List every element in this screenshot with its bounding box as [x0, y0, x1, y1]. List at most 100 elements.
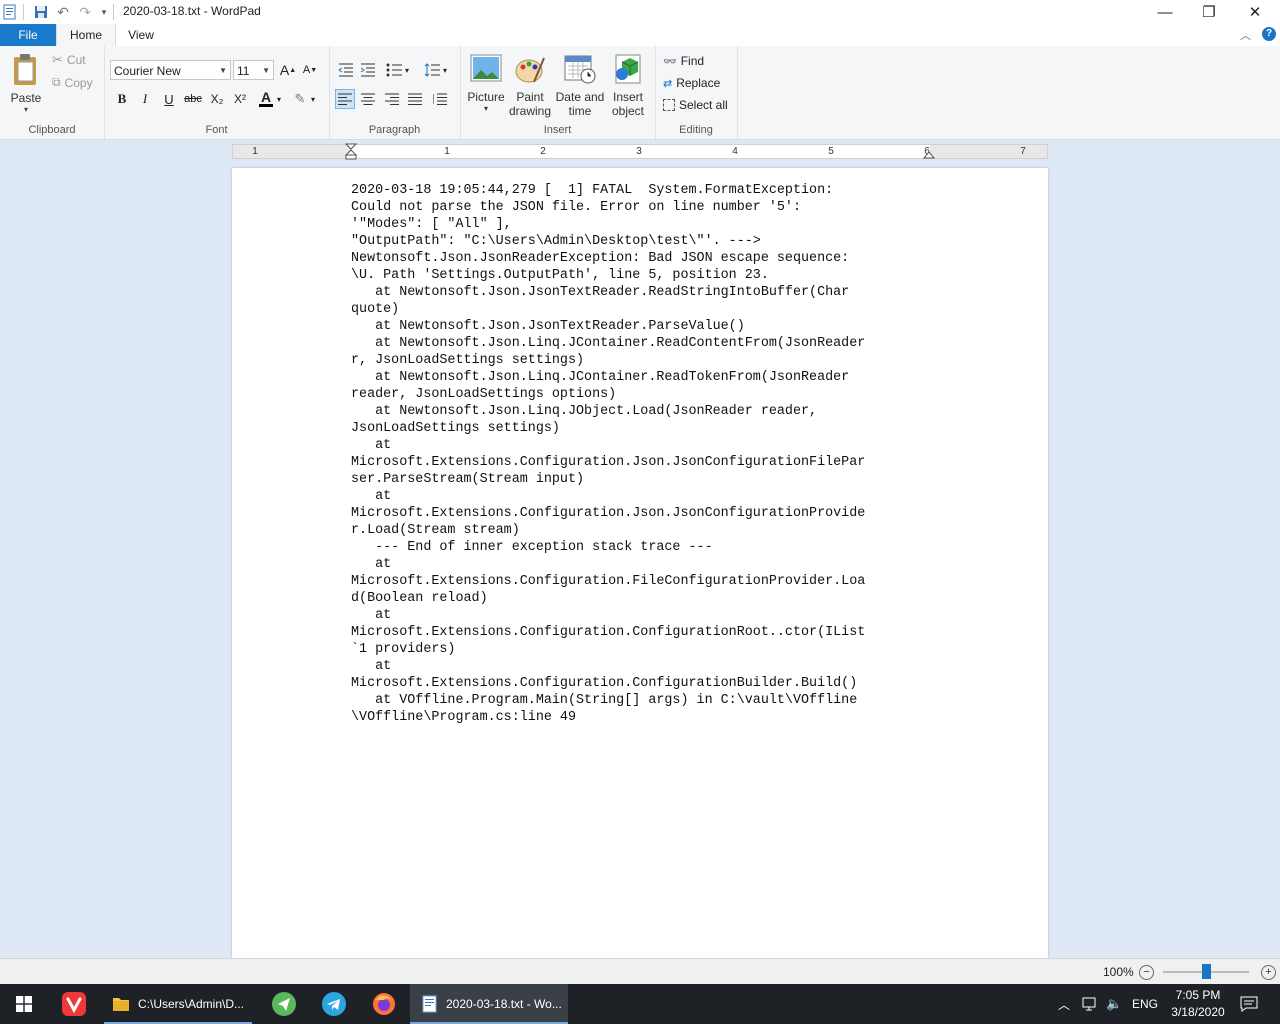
align-center-icon[interactable]: [358, 89, 378, 109]
chevron-down-icon: ▼: [219, 66, 227, 75]
clock-date: 3/18/2020: [1171, 1005, 1225, 1019]
redo-icon[interactable]: ↷: [76, 3, 94, 21]
editing-group-label: Editing: [679, 124, 713, 136]
taskbar-wordpad[interactable]: 2020-03-18.txt - Wo...: [410, 984, 568, 1024]
binoculars-icon: 👓: [663, 55, 677, 68]
zoom-out-button[interactable]: −: [1139, 965, 1154, 980]
explorer-label: C:\Users\Admin\D...: [138, 997, 245, 1011]
zoom-in-button[interactable]: +: [1261, 965, 1276, 980]
copy-button[interactable]: ⧉ Copy: [52, 75, 93, 90]
date-and-time-label-1: Date and: [555, 90, 605, 104]
bullets-icon[interactable]: [384, 60, 404, 80]
date-and-time-button[interactable]: Date and time: [554, 54, 606, 118]
italic-button[interactable]: I: [135, 89, 155, 109]
highlighter-icon: ✎: [294, 91, 306, 106]
taskbar-file-explorer[interactable]: C:\Users\Admin\D...: [100, 984, 256, 1024]
line-spacing-icon[interactable]: [422, 60, 442, 80]
paragraph-settings-icon[interactable]: [430, 89, 450, 109]
clock[interactable]: 7:05 PM 3/18/2020: [1166, 984, 1230, 1024]
grow-font-button[interactable]: A ▲: [278, 60, 298, 80]
picture-button[interactable]: Picture ▾: [466, 54, 506, 113]
network-icon[interactable]: [1082, 984, 1100, 1024]
text-color-button[interactable]: A: [256, 89, 276, 109]
taskbar-telegram[interactable]: [310, 984, 358, 1024]
insert-object-label-2: object: [611, 104, 645, 118]
clipboard-group-label: Clipboard: [28, 124, 76, 136]
volume-icon[interactable]: 🔈: [1106, 984, 1122, 1024]
wordpad-app-icon[interactable]: [1, 3, 19, 21]
notifications-icon[interactable]: [1240, 984, 1258, 1024]
strikethrough-button[interactable]: abc: [183, 89, 203, 109]
ruler[interactable]: 1 1 2 3 4 5 6 7: [232, 143, 1048, 161]
folder-icon: [113, 998, 129, 1011]
align-left-icon[interactable]: [335, 89, 355, 109]
superscript-button[interactable]: X²: [230, 89, 250, 109]
paint-drawing-button[interactable]: Paint drawing: [508, 54, 552, 118]
insert-group-label: Insert: [543, 124, 572, 136]
font-family-select[interactable]: Courier New ▼: [110, 60, 231, 80]
show-hidden-icons[interactable]: ︿: [1058, 984, 1070, 1024]
tab-file[interactable]: File: [0, 24, 56, 46]
align-right-icon[interactable]: [382, 89, 402, 109]
document-page[interactable]: 2020-03-18 19:05:44,279 [ 1] FATAL Syste…: [232, 168, 1048, 958]
customize-quick-access-icon[interactable]: ▾: [95, 3, 113, 21]
zoom-slider-thumb[interactable]: [1202, 964, 1211, 979]
paint-drawing-label-1: Paint: [516, 90, 544, 104]
insert-object-button[interactable]: Insert object: [608, 54, 648, 118]
highlight-color-button[interactable]: ✎: [290, 89, 310, 109]
ruler-number: 1: [444, 146, 450, 157]
minimize-button[interactable]: —: [1142, 0, 1188, 24]
taskbar-vivaldi[interactable]: [50, 984, 98, 1024]
paste-button[interactable]: Paste ▾: [6, 52, 46, 114]
tab-home[interactable]: Home: [56, 24, 116, 47]
document-text[interactable]: 2020-03-18 19:05:44,279 [ 1] FATAL Syste…: [351, 182, 931, 726]
chevron-down-icon[interactable]: ▾: [440, 60, 450, 80]
decrease-indent-icon[interactable]: [336, 60, 356, 80]
font-group: Courier New ▼ 11 ▼ A ▲ A ▼ B I U abc X₂ X²…: [104, 46, 330, 139]
insert-object-label-1: Insert: [612, 90, 643, 104]
undo-icon[interactable]: ↶: [54, 3, 72, 21]
indent-marker-icon[interactable]: [345, 143, 359, 161]
wordpad-icon: [422, 995, 437, 1013]
select-all-button[interactable]: Select all: [663, 98, 728, 112]
right-indent-marker-icon[interactable]: [923, 149, 935, 159]
ribbon: Paste ▾ ✂ Cut ⧉ Copy Clipboard Courier N…: [0, 46, 1280, 140]
maximize-button[interactable]: ❐: [1186, 0, 1232, 24]
windows-start-icon: [16, 996, 32, 1012]
cut-button[interactable]: ✂ Cut: [52, 52, 86, 68]
taskbar-app-green[interactable]: [260, 984, 308, 1024]
replace-icon: ⇄: [663, 77, 673, 90]
paragraph-group: ▾ ▾ Paragraph: [329, 46, 461, 139]
language-indicator[interactable]: ENG: [1132, 984, 1158, 1024]
increase-indent-icon[interactable]: [358, 60, 378, 80]
collapse-ribbon-icon[interactable]: ︿: [1240, 27, 1251, 43]
ruler-number: 2: [540, 146, 546, 157]
chevron-down-icon[interactable]: ▾: [274, 89, 284, 109]
select-all-icon: [663, 99, 675, 111]
chevron-down-icon[interactable]: ▾: [402, 60, 412, 80]
grow-font-icon: A: [279, 62, 290, 78]
find-button[interactable]: 👓 Find: [663, 54, 704, 68]
font-group-label: Font: [205, 124, 228, 136]
subscript-button[interactable]: X₂: [207, 89, 227, 109]
insert-object-icon: [615, 54, 641, 84]
calendar-clock-icon: [564, 55, 596, 84]
document-area: 1 1 2 3 4 5 6 7 2020-03-18 19:05:44,279 …: [0, 140, 1280, 958]
close-button[interactable]: ✕: [1232, 0, 1278, 24]
underline-button[interactable]: U: [159, 89, 179, 109]
picture-label: Picture: [467, 90, 505, 104]
help-icon[interactable]: ?: [1262, 27, 1276, 41]
taskbar-firefox[interactable]: [360, 984, 408, 1024]
bold-button[interactable]: B: [112, 89, 132, 109]
shrink-font-icon: A: [302, 64, 311, 76]
copy-icon: ⧉: [52, 75, 61, 89]
tab-view[interactable]: View: [116, 24, 166, 46]
chevron-down-icon[interactable]: ▾: [308, 89, 318, 109]
font-size-select[interactable]: 11 ▼: [233, 60, 274, 80]
title-bar: ↶ ↷ ▾ 2020-03-18.txt - WordPad — ❐ ✕: [0, 0, 1280, 24]
start-button[interactable]: [0, 984, 48, 1024]
replace-button[interactable]: ⇄ Replace: [663, 76, 720, 90]
save-icon[interactable]: [32, 3, 50, 21]
justify-icon[interactable]: [405, 89, 425, 109]
shrink-font-button[interactable]: A ▼: [300, 60, 320, 80]
